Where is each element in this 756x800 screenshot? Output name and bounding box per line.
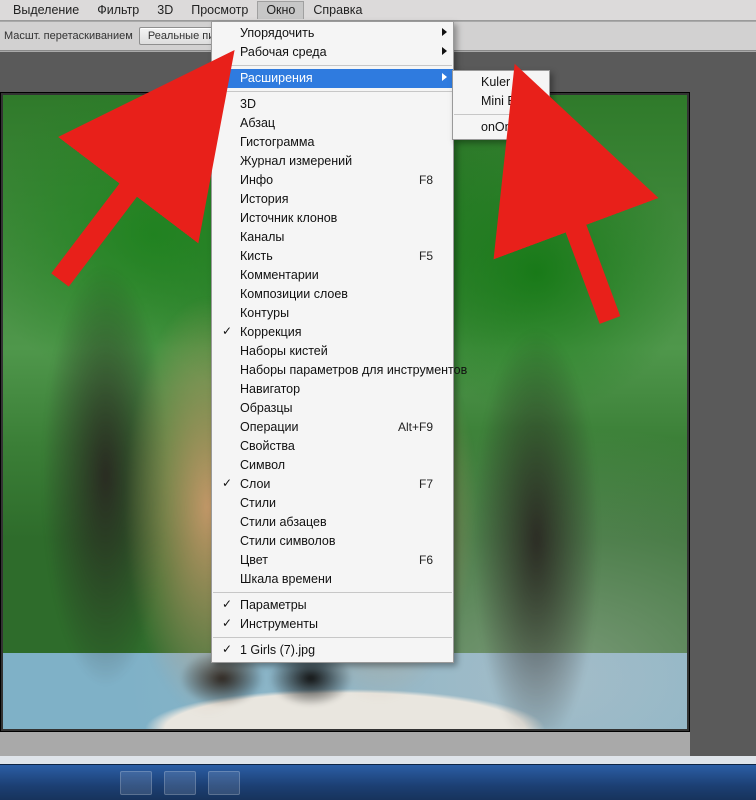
menuitem-shortcut: F8: [389, 171, 433, 190]
taskbar-app-icon[interactable]: [120, 771, 152, 795]
menuitem-label: Каналы: [240, 228, 433, 247]
menuitem-label: Стили символов: [240, 532, 433, 551]
menuitem[interactable]: Контуры: [212, 304, 453, 323]
menu-item-3d[interactable]: 3D: [148, 1, 182, 20]
menuitem[interactable]: Стили: [212, 494, 453, 513]
menuitem-label: История: [240, 190, 433, 209]
menuitem-label: Контуры: [240, 304, 433, 323]
menu-item-help[interactable]: Справка: [304, 1, 371, 20]
menuitem[interactable]: Абзац: [212, 114, 453, 133]
menuitem-label: Шкала времени: [240, 570, 433, 589]
checkmark-icon: ✓: [222, 618, 232, 628]
menuitem[interactable]: Композиции слоев: [212, 285, 453, 304]
menuitem-minibridge[interactable]: Mini Bridge: [453, 92, 549, 111]
submenu-arrow-icon: [442, 47, 447, 55]
submenu-arrow-icon: [442, 28, 447, 36]
menuitem[interactable]: Свойства: [212, 437, 453, 456]
window-gap: [0, 756, 756, 764]
menuitem-label: Свойства: [240, 437, 433, 456]
menuitem-label: Стили абзацев: [240, 513, 433, 532]
menuitem-label: Коррекция: [240, 323, 433, 342]
menuitem-label: Символ: [240, 456, 433, 475]
menuitem[interactable]: Комментарии: [212, 266, 453, 285]
scrubby-zoom-label: Масшт. перетаскиванием: [4, 30, 133, 42]
menuitem[interactable]: Символ: [212, 456, 453, 475]
menuitem[interactable]: История: [212, 190, 453, 209]
taskbar-app-icon[interactable]: [164, 771, 196, 795]
menuitem-label: Кисть: [240, 247, 389, 266]
menuitem-label: Слои: [240, 475, 389, 494]
menu-item-window[interactable]: Окно: [257, 1, 304, 19]
menuitem-shortcut: F7: [389, 475, 433, 494]
menuitem-label: Инструменты: [240, 615, 433, 634]
menuitem-kuler[interactable]: Kuler: [453, 73, 549, 92]
menuitem[interactable]: Наборы параметров для инструментов: [212, 361, 453, 380]
menuitem[interactable]: ✓ Инструменты: [212, 615, 453, 634]
right-panel-area: [690, 52, 756, 756]
menuitem-label: 1 Girls (7).jpg: [240, 641, 433, 660]
menuitem-label: Цвет: [240, 551, 389, 570]
taskbar-app-icon[interactable]: [208, 771, 240, 795]
submenu-arrow-icon: [442, 73, 447, 81]
menuitem-label: 3D: [240, 95, 433, 114]
menuitem[interactable]: Журнал измерений: [212, 152, 453, 171]
menuitem-onone[interactable]: onOne: [453, 118, 549, 137]
menuitem-label: Параметры: [240, 596, 433, 615]
menubar: Выделение Фильтр 3D Просмотр Окно Справк…: [0, 0, 756, 21]
extensions-submenu: Kuler Mini Bridge onOne: [452, 70, 550, 140]
menuitem[interactable]: КистьF5: [212, 247, 453, 266]
menu-item-selection[interactable]: Выделение: [4, 1, 88, 20]
menuitem[interactable]: ЦветF6: [212, 551, 453, 570]
menuitem[interactable]: Стили абзацев: [212, 513, 453, 532]
menu-separator: [213, 637, 452, 638]
menu-separator: [213, 91, 452, 92]
menuitem[interactable]: Стили символов: [212, 532, 453, 551]
checkmark-icon: ✓: [222, 478, 232, 488]
menuitem[interactable]: ОперацииAlt+F9: [212, 418, 453, 437]
menuitem-extensions[interactable]: Расширения: [212, 69, 453, 88]
menuitem-label: Образцы: [240, 399, 433, 418]
menu-separator: [213, 65, 452, 66]
menuitem-label: Навигатор: [240, 380, 433, 399]
window-menu-dropdown: Упорядочить Рабочая среда Расширения 3DА…: [211, 21, 454, 663]
menuitem-label: Инфо: [240, 171, 389, 190]
menuitem[interactable]: Каналы: [212, 228, 453, 247]
menuitem[interactable]: Шкала времени: [212, 570, 453, 589]
menuitem[interactable]: ИнфоF8: [212, 171, 453, 190]
menuitem[interactable]: ✓ Параметры: [212, 596, 453, 615]
menuitem-workspace[interactable]: Рабочая среда: [212, 43, 453, 62]
menuitem-label: Композиции слоев: [240, 285, 433, 304]
menuitem-label: Источник клонов: [240, 209, 433, 228]
menuitem[interactable]: Источник клонов: [212, 209, 453, 228]
menuitem-shortcut: F6: [389, 551, 433, 570]
menuitem[interactable]: 3D: [212, 95, 453, 114]
checkmark-icon: ✓: [222, 326, 232, 336]
menuitem-label: Наборы кистей: [240, 342, 433, 361]
menu-separator: [454, 114, 548, 115]
menu-separator: [213, 592, 452, 593]
menuitem-shortcut: Alt+F9: [368, 418, 433, 437]
menuitem[interactable]: ✓ Коррекция: [212, 323, 453, 342]
checkmark-icon: ✓: [222, 599, 232, 609]
menuitem-label: Наборы параметров для инструментов: [240, 361, 467, 380]
taskbar[interactable]: [0, 764, 756, 800]
menuitem-label: Операции: [240, 418, 368, 437]
menuitem-arrange[interactable]: Упорядочить: [212, 24, 453, 43]
menuitem[interactable]: Навигатор: [212, 380, 453, 399]
menu-item-view[interactable]: Просмотр: [182, 1, 257, 20]
menuitem[interactable]: ✓ СлоиF7: [212, 475, 453, 494]
menuitem-label: Стили: [240, 494, 433, 513]
menuitem-shortcut: F5: [389, 247, 433, 266]
menu-item-filter[interactable]: Фильтр: [88, 1, 148, 20]
menuitem-label: Журнал измерений: [240, 152, 433, 171]
menuitem-label: Комментарии: [240, 266, 433, 285]
menuitem-label: Гистограмма: [240, 133, 433, 152]
menuitem-label: Абзац: [240, 114, 433, 133]
menuitem[interactable]: Образцы: [212, 399, 453, 418]
menuitem[interactable]: Наборы кистей: [212, 342, 453, 361]
checkmark-icon: ✓: [222, 644, 232, 654]
menuitem[interactable]: ✓ 1 Girls (7).jpg: [212, 641, 453, 660]
menuitem[interactable]: Гистограмма: [212, 133, 453, 152]
